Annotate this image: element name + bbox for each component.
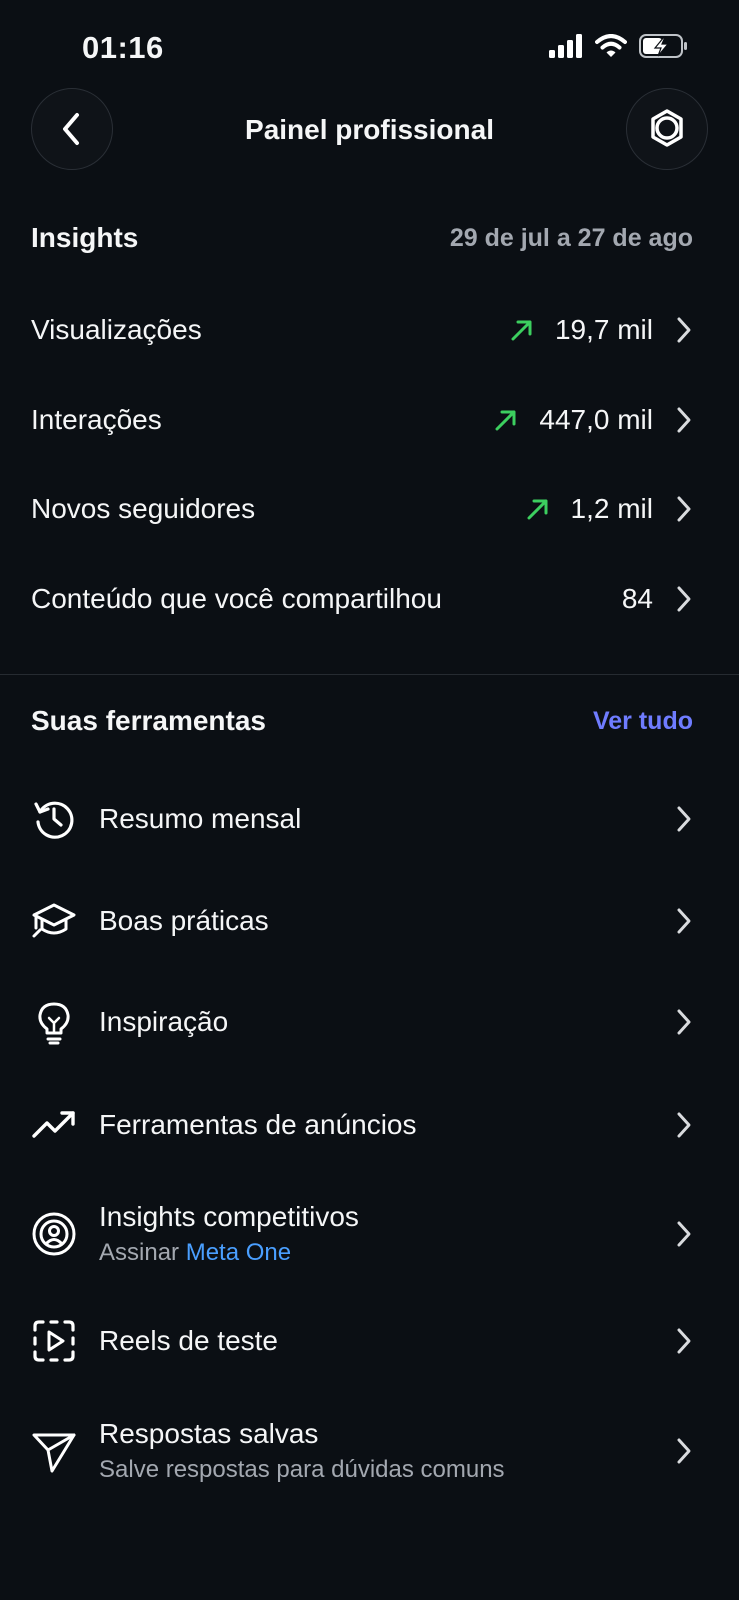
- tool-subtitle: Assinar Meta One: [99, 1239, 653, 1267]
- chevron-right-icon: [675, 584, 693, 614]
- settings-button[interactable]: [626, 88, 708, 170]
- metric-label: Conteúdo que você compartilhou: [31, 583, 442, 614]
- metric-value: 447,0 mil: [539, 404, 653, 435]
- target-person-icon: [31, 1211, 77, 1257]
- tool-item-monthly-summary[interactable]: Resumo mensal: [31, 796, 693, 842]
- header: Painel profissional: [0, 88, 739, 173]
- history-clock-icon: [31, 796, 77, 842]
- trending-up-icon: [31, 1102, 77, 1148]
- chevron-right-icon: [675, 494, 693, 524]
- metric-label: Visualizações: [31, 314, 202, 345]
- see-all-link[interactable]: Ver tudo: [593, 707, 693, 736]
- metric-label: Novos seguidores: [31, 493, 256, 524]
- status-icons: [549, 34, 689, 63]
- meta-one-link[interactable]: Meta One: [186, 1239, 291, 1266]
- tool-item-competitive-insights[interactable]: Insights competitivos Assinar Meta One: [31, 1198, 693, 1270]
- chevron-right-icon: [675, 804, 693, 834]
- tool-label: Insights competitivos: [99, 1201, 359, 1232]
- tool-item-best-practices[interactable]: Boas práticas: [31, 898, 693, 944]
- trend-up-arrow-icon: [527, 499, 548, 520]
- chevron-right-icon: [675, 1110, 693, 1140]
- date-range[interactable]: 29 de jul a 27 de ago: [450, 224, 693, 253]
- tools-title: Suas ferramentas: [31, 705, 267, 736]
- metric-label: Interações: [31, 404, 162, 435]
- insights-header: Insights 29 de jul a 27 de ago: [31, 222, 693, 254]
- metric-value: 19,7 mil: [554, 314, 653, 345]
- graduation-cap-icon: [31, 898, 77, 944]
- tool-item-inspiration[interactable]: Inspiração: [31, 999, 693, 1045]
- chevron-right-icon: [675, 1219, 693, 1249]
- trend-up-arrow-icon: [495, 410, 516, 431]
- chevron-right-icon: [675, 1007, 693, 1037]
- reels-test-icon: [31, 1318, 77, 1364]
- battery-charging-icon: [639, 34, 689, 63]
- metric-row-new-followers[interactable]: Novos seguidores 1,2 mil: [31, 479, 693, 539]
- lightbulb-icon: [31, 999, 77, 1045]
- status-time: 01:16: [82, 30, 164, 65]
- tool-item-test-reels[interactable]: Reels de teste: [31, 1318, 693, 1364]
- subscribe-prefix: Assinar: [99, 1239, 180, 1266]
- chevron-right-icon: [675, 405, 693, 435]
- chevron-right-icon: [675, 1326, 693, 1356]
- metric-value: 1,2 mil: [570, 493, 653, 524]
- tool-label: Reels de teste: [99, 1325, 278, 1356]
- tool-item-saved-replies[interactable]: Respostas salvas Salve respostas para dú…: [31, 1415, 693, 1487]
- trend-up-arrow-icon: [511, 320, 532, 341]
- insights-title: Insights: [31, 222, 139, 253]
- gear-icon: [651, 109, 683, 147]
- tool-label: Inspiração: [99, 1006, 229, 1037]
- metric-row-views[interactable]: Visualizações 19,7 mil: [31, 300, 693, 360]
- chevron-right-icon: [675, 906, 693, 936]
- tool-label: Resumo mensal: [99, 803, 302, 834]
- tool-item-ad-tools[interactable]: Ferramentas de anúncios: [31, 1102, 693, 1148]
- signal-icon: [549, 34, 583, 63]
- paper-plane-icon: [31, 1428, 77, 1474]
- section-divider: [0, 674, 739, 675]
- tool-subtitle: Salve respostas para dúvidas comuns: [99, 1456, 505, 1483]
- metric-row-content-shared[interactable]: Conteúdo que você compartilhou 84: [31, 569, 693, 629]
- metric-row-interactions[interactable]: Interações 447,0 mil: [31, 390, 693, 450]
- chevron-right-icon: [675, 315, 693, 345]
- tool-label: Respostas salvas: [99, 1418, 319, 1449]
- wifi-icon: [595, 34, 627, 63]
- chevron-right-icon: [675, 1436, 693, 1466]
- tool-label: Boas práticas: [99, 905, 269, 936]
- status-bar: 01:16: [0, 0, 739, 90]
- metric-value: 84: [621, 583, 653, 614]
- tool-label: Ferramentas de anúncios: [99, 1109, 417, 1140]
- tools-header: Suas ferramentas Ver tudo: [31, 705, 693, 737]
